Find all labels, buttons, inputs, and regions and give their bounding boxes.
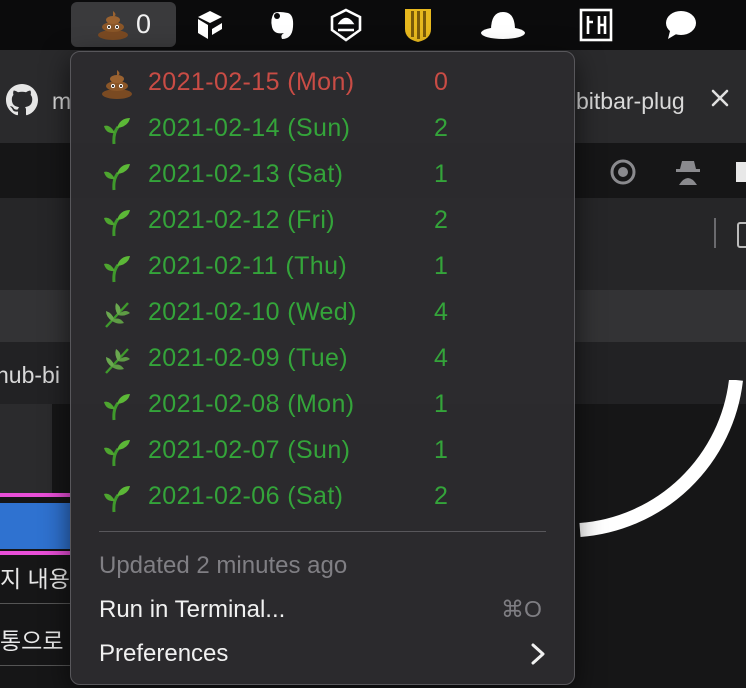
run-in-terminal-menu-item[interactable]: Run in Terminal... xyxy=(99,596,285,624)
menu-row-date: 2021-02-14 (Sun) xyxy=(148,114,351,142)
menu-row-day[interactable]: 2021-02-13 (Sat) 1 xyxy=(71,153,574,199)
circular-graphic xyxy=(579,380,743,537)
seedling-icon xyxy=(99,207,135,237)
last-updated-label: Updated 2 minutes ago xyxy=(99,552,348,579)
commit-history-menu: 2021-02-15 (Mon) 0 2021-02-14 (Sun) 2 20… xyxy=(70,51,575,685)
linear-icon[interactable] xyxy=(194,0,226,50)
commit-count: 0 xyxy=(135,9,152,39)
menu-row-day[interactable]: 2021-02-12 (Fri) 2 xyxy=(71,199,574,245)
menu-row-date: 2021-02-13 (Sat) xyxy=(148,160,344,188)
menu-row-day[interactable]: 2021-02-14 (Sun) 2 xyxy=(71,107,574,153)
herb-icon xyxy=(99,345,135,375)
incognito-icon[interactable] xyxy=(672,155,704,187)
menu-separator xyxy=(99,531,546,532)
menu-row-count: 4 xyxy=(434,344,448,372)
seedling-icon xyxy=(99,253,135,283)
herb-icon xyxy=(99,299,135,329)
chevron-right-icon xyxy=(531,643,545,665)
menu-row-day[interactable]: 2021-02-09 (Tue) 4 xyxy=(71,337,574,383)
toolbar-divider xyxy=(714,218,716,248)
seedling-icon xyxy=(99,391,135,421)
window-icon[interactable] xyxy=(737,222,746,248)
menu-row-count: 1 xyxy=(434,390,448,418)
menu-row-date: 2021-02-15 (Mon) xyxy=(148,68,355,96)
menu-row-day[interactable]: 2021-02-06 (Sat) 2 xyxy=(71,475,574,521)
menu-row-count: 2 xyxy=(434,114,448,142)
menu-row-day[interactable]: 2021-02-11 (Thu) 1 xyxy=(71,245,574,291)
menu-row-count: 4 xyxy=(434,298,448,326)
path-fragment: hub-bi xyxy=(0,362,60,388)
menu-row-day[interactable]: 2021-02-07 (Sun) 1 xyxy=(71,429,574,475)
menu-row-count: 2 xyxy=(434,206,448,234)
divider xyxy=(0,665,70,666)
seedling-icon xyxy=(99,437,135,467)
highlight-line xyxy=(0,493,70,497)
menu-row-day[interactable]: 2021-02-15 (Mon) 0 xyxy=(71,61,574,107)
seedling-icon xyxy=(99,483,135,513)
quickplan-icon[interactable] xyxy=(329,0,363,50)
commit-counter-menu-item[interactable]: 0 xyxy=(71,2,176,47)
menu-row-count: 1 xyxy=(434,436,448,464)
poop-emoji-icon xyxy=(99,69,135,99)
seedling-icon xyxy=(99,115,135,145)
menu-row-day[interactable]: 2021-02-10 (Wed) 4 xyxy=(71,291,574,337)
divider xyxy=(0,603,70,604)
tab-title-fragment: m xyxy=(52,88,72,114)
menu-row-count: 0 xyxy=(434,68,448,96)
poop-emoji-icon xyxy=(97,10,128,40)
tab-title-fragment-right: bitbar-plug xyxy=(576,88,685,114)
menu-row-date: 2021-02-12 (Fri) xyxy=(148,206,336,234)
github-icon xyxy=(6,84,38,116)
korean-text-line: 지 내용 xyxy=(0,566,70,592)
evernote-icon[interactable] xyxy=(266,0,298,50)
menu-row-count: 1 xyxy=(434,252,448,280)
menu-row-date: 2021-02-08 (Mon) xyxy=(148,390,355,418)
close-tab-icon[interactable] xyxy=(706,84,734,112)
korean-text-line: 통으로 xyxy=(0,628,64,654)
seedling-icon xyxy=(99,161,135,191)
run-in-terminal-shortcut: ⌘O xyxy=(501,596,542,622)
side-panel xyxy=(0,404,52,496)
chat-bubble-icon[interactable] xyxy=(663,0,699,50)
menu-row-day[interactable]: 2021-02-08 (Mon) 1 xyxy=(71,383,574,429)
menu-row-count: 1 xyxy=(434,160,448,188)
highlight-line xyxy=(0,551,70,555)
sync-icon[interactable] xyxy=(607,156,639,188)
menu-row-date: 2021-02-09 (Tue) xyxy=(148,344,349,372)
menu-row-count: 2 xyxy=(434,482,448,510)
menu-bar: 0 xyxy=(0,0,746,51)
extension-icon[interactable] xyxy=(734,158,746,186)
menu-row-date: 2021-02-07 (Sun) xyxy=(148,436,351,464)
hangul-input-icon[interactable] xyxy=(578,0,614,50)
hat-icon[interactable] xyxy=(479,0,527,50)
menu-row-date: 2021-02-10 (Wed) xyxy=(148,298,357,326)
menu-row-date: 2021-02-11 (Thu) xyxy=(148,252,348,280)
shield-icon[interactable] xyxy=(401,0,435,50)
menu-row-date: 2021-02-06 (Sat) xyxy=(148,482,344,510)
selected-block xyxy=(0,503,70,549)
preferences-menu-item[interactable]: Preferences xyxy=(99,640,228,668)
